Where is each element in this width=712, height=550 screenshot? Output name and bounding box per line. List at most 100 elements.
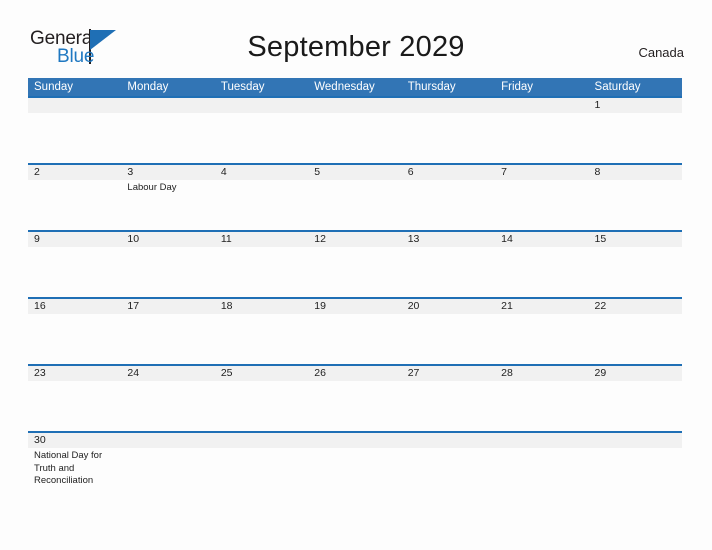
day-cell[interactable] [215, 113, 308, 163]
calendar-week-row: 30 National Day for Truth and Reconcilia… [28, 431, 682, 504]
day-number[interactable]: 18 [215, 299, 308, 314]
page-title: September 2029 [247, 31, 465, 63]
day-cell[interactable] [589, 247, 682, 297]
day-number[interactable]: 4 [215, 165, 308, 180]
day-number[interactable]: 5 [308, 165, 401, 180]
day-cell[interactable] [308, 180, 401, 230]
day-number[interactable]: 3 [121, 165, 214, 180]
weekday-header-thursday: Thursday [407, 81, 456, 93]
day-cell[interactable] [589, 314, 682, 364]
week-date-band: 23 24 25 26 27 28 29 [28, 366, 682, 381]
day-number[interactable]: 20 [402, 299, 495, 314]
day-cell[interactable] [495, 180, 588, 230]
day-number[interactable]: 27 [402, 366, 495, 381]
day-cell[interactable]: National Day for Truth and Reconciliatio… [28, 448, 121, 504]
day-number[interactable]: 28 [495, 366, 588, 381]
week-date-band: 16 17 18 19 20 21 22 [28, 299, 682, 314]
day-cell[interactable] [28, 180, 121, 230]
day-number[interactable] [495, 98, 588, 113]
day-number[interactable] [308, 98, 401, 113]
day-number[interactable] [28, 98, 121, 113]
weekday-header-sunday: Sunday [34, 81, 74, 93]
day-number[interactable]: 7 [495, 165, 588, 180]
day-cell[interactable] [121, 448, 214, 504]
day-number[interactable]: 9 [28, 232, 121, 247]
week-date-band: 1 [28, 98, 682, 113]
day-cell[interactable] [495, 113, 588, 163]
day-cell[interactable] [402, 314, 495, 364]
day-number[interactable] [308, 433, 401, 448]
day-number[interactable]: 25 [215, 366, 308, 381]
day-cell[interactable] [28, 247, 121, 297]
day-number[interactable]: 29 [589, 366, 682, 381]
country-label: Canada [638, 45, 684, 60]
day-number[interactable] [215, 98, 308, 113]
day-cell[interactable] [28, 113, 121, 163]
day-number[interactable]: 11 [215, 232, 308, 247]
day-number[interactable] [495, 433, 588, 448]
day-cell[interactable] [121, 381, 214, 431]
day-number[interactable]: 19 [308, 299, 401, 314]
day-number[interactable]: 15 [589, 232, 682, 247]
day-number[interactable]: 30 [28, 433, 121, 448]
calendar-week-row: 9 10 11 12 13 14 15 [28, 230, 682, 297]
day-cell[interactable] [121, 247, 214, 297]
day-cell[interactable] [28, 381, 121, 431]
day-number[interactable]: 17 [121, 299, 214, 314]
day-cell[interactable] [495, 381, 588, 431]
day-cell[interactable] [308, 448, 401, 504]
weekday-header-friday: Friday [501, 81, 534, 93]
week-event-band [28, 314, 682, 364]
day-cell[interactable] [215, 314, 308, 364]
day-number[interactable]: 2 [28, 165, 121, 180]
day-event-text: Labour Day [127, 182, 177, 193]
day-cell[interactable] [589, 180, 682, 230]
day-cell[interactable] [308, 381, 401, 431]
day-number[interactable]: 8 [589, 165, 682, 180]
day-cell[interactable] [121, 314, 214, 364]
day-cell[interactable] [121, 113, 214, 163]
day-cell[interactable] [402, 448, 495, 504]
day-number[interactable]: 13 [402, 232, 495, 247]
day-number[interactable]: 21 [495, 299, 588, 314]
day-cell[interactable] [308, 113, 401, 163]
day-number[interactable]: 22 [589, 299, 682, 314]
day-number[interactable] [589, 433, 682, 448]
day-cell[interactable] [402, 113, 495, 163]
day-cell[interactable] [495, 448, 588, 504]
day-cell[interactable] [402, 247, 495, 297]
day-number[interactable]: 24 [121, 366, 214, 381]
day-number[interactable]: 23 [28, 366, 121, 381]
day-cell[interactable] [402, 381, 495, 431]
day-cell[interactable]: Labour Day [121, 180, 214, 230]
day-cell[interactable] [215, 180, 308, 230]
day-number[interactable]: 6 [402, 165, 495, 180]
day-number[interactable] [402, 433, 495, 448]
day-number[interactable]: 10 [121, 232, 214, 247]
day-number[interactable]: 14 [495, 232, 588, 247]
day-cell[interactable] [215, 247, 308, 297]
day-cell[interactable] [589, 381, 682, 431]
day-number[interactable]: 12 [308, 232, 401, 247]
day-cell[interactable] [495, 314, 588, 364]
day-number[interactable] [121, 98, 214, 113]
day-number[interactable] [402, 98, 495, 113]
week-date-band: 9 10 11 12 13 14 15 [28, 232, 682, 247]
day-cell[interactable] [28, 314, 121, 364]
calendar-weekday-header: Sunday Monday Tuesday Wednesday Thursday… [28, 78, 682, 96]
day-cell[interactable] [589, 113, 682, 163]
day-number[interactable]: 1 [589, 98, 682, 113]
day-cell[interactable] [589, 448, 682, 504]
day-cell[interactable] [308, 314, 401, 364]
day-cell[interactable] [495, 247, 588, 297]
day-number[interactable]: 26 [308, 366, 401, 381]
calendar-page: General Blue September 2029 Canada Sunda… [0, 0, 712, 550]
day-number[interactable] [215, 433, 308, 448]
day-cell[interactable] [215, 381, 308, 431]
day-number[interactable] [121, 433, 214, 448]
calendar-week-row: 23 24 25 26 27 28 29 [28, 364, 682, 431]
day-cell[interactable] [402, 180, 495, 230]
day-cell[interactable] [215, 448, 308, 504]
day-cell[interactable] [308, 247, 401, 297]
day-number[interactable]: 16 [28, 299, 121, 314]
